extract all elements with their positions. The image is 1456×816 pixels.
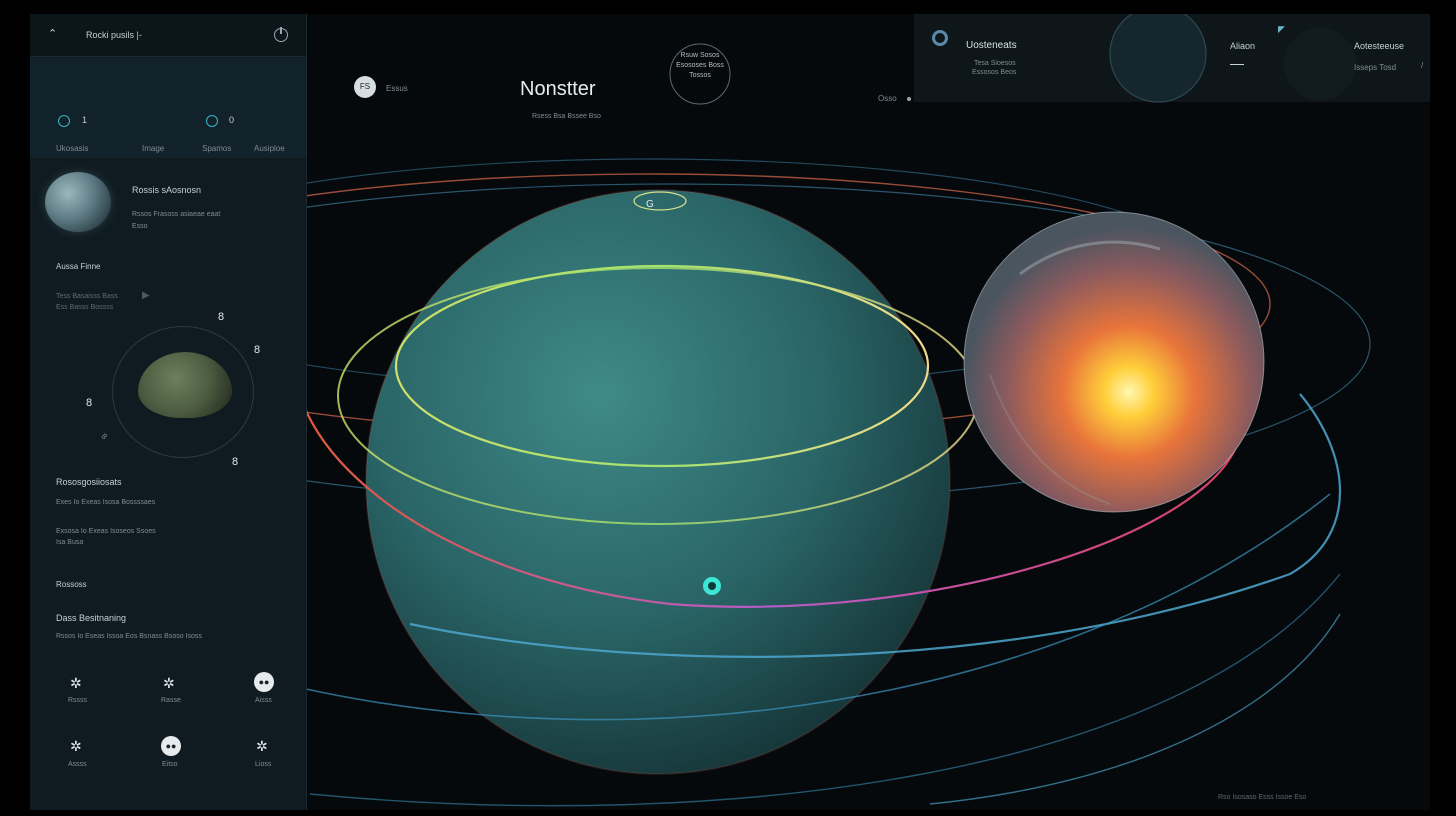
- power-icon[interactable]: [274, 27, 288, 42]
- stat-label: Ausiploe: [254, 144, 285, 153]
- badge-line: Rsuw Sosos: [680, 52, 720, 59]
- cursor-icon: ◤: [1278, 24, 1285, 34]
- stat2-value: 0: [229, 115, 235, 125]
- control-icon[interactable]: ✲: [163, 675, 175, 692]
- footer-text: Rso Isosaso Esss Issoe Eso: [1218, 794, 1307, 801]
- mini-globe: [1109, 14, 1207, 103]
- control-label: Rssss: [68, 697, 88, 704]
- control-icon[interactable]: ✲: [70, 738, 82, 755]
- stat-label: Ukosasis: [56, 144, 89, 153]
- control-label: Lioss: [255, 761, 272, 768]
- planet-card-desc: Rssos Frasoss asiaeae eaat: [132, 211, 221, 218]
- control-label: Aisss: [255, 697, 272, 704]
- badge-line: Esososes Boss: [676, 62, 724, 69]
- stats-panel: 1 0 Ukosasis Image Spamos Ausiploe: [30, 58, 306, 158]
- planet-card-title: Rossis sAosnosn: [132, 185, 202, 195]
- panel-sub2: Essosos Beos: [972, 69, 1017, 76]
- params-title: Rososgosiiosats: [56, 477, 122, 487]
- header-avatar[interactable]: FS: [354, 76, 376, 98]
- main-planet: [366, 190, 950, 774]
- sidebar: ⌃ Rocki pusils |- 1 0 Ukosasis Image Spa…: [30, 14, 307, 810]
- app-window: G FS Essus Nonstter Rsess Bsa Bssee Bso …: [30, 14, 1430, 810]
- mini-globe-shadow: [1284, 28, 1356, 100]
- panel-name: Uosteneats: [966, 40, 1017, 51]
- page-subtitle: Rsess Bsa Bssee Bso: [532, 113, 601, 120]
- play-icon[interactable]: ▶: [142, 290, 150, 301]
- planet-card-desc: Esso: [132, 223, 148, 230]
- sidebar-header: ⌃ Rocki pusils |-: [30, 14, 306, 57]
- params-line: Isa Busa: [56, 539, 84, 546]
- stat-label: Image: [142, 144, 165, 153]
- stat-label: Spamos: [202, 144, 232, 153]
- orbit-point-label[interactable]: 8: [218, 311, 224, 323]
- page-title: Nonstter: [520, 78, 596, 100]
- sidebar-title: Rocki pusils |-: [86, 30, 142, 40]
- caret-up-icon[interactable]: ⌃: [48, 27, 57, 40]
- doc-title: Dass Besitnaning: [56, 613, 127, 623]
- secondary-planet: [964, 212, 1264, 512]
- avatar-label: Essus: [386, 84, 408, 93]
- ring-label: G: [646, 199, 654, 210]
- list-line: Tess Basaisss Bass: [56, 293, 118, 300]
- panel-right-sub: Isseps Tosd: [1354, 63, 1397, 72]
- control-icon[interactable]: ✲: [70, 675, 82, 692]
- orbit-point-label[interactable]: 8: [86, 397, 92, 409]
- status-text: Osso: [878, 94, 897, 103]
- panel-mid-label: Aliaon: [1230, 41, 1256, 51]
- stat1-value: 1: [82, 115, 88, 125]
- control-label: Rasse: [161, 697, 181, 704]
- avatar-text: FS: [359, 82, 371, 91]
- orbit-marker[interactable]: [703, 577, 721, 595]
- panel-sub1: Tesa Sioesos: [974, 60, 1016, 67]
- control-icon[interactable]: ✲: [256, 738, 268, 755]
- control-icon[interactable]: ●●: [254, 672, 274, 692]
- control-icon[interactable]: ●●: [161, 736, 181, 756]
- sub-title: Rossoss: [56, 580, 87, 589]
- control-label: Eitso: [162, 761, 178, 768]
- params-line: Exes Io Exeas Isosa Bossssaes: [56, 499, 156, 506]
- badge-line: Tossos: [689, 72, 711, 79]
- status-dot: [907, 97, 911, 101]
- section-title: Aussa Finne: [56, 262, 101, 271]
- panel-right-title: Aotesteeuse: [1354, 41, 1405, 51]
- planet-thumbnail[interactable]: [45, 172, 111, 232]
- stat-ring-icon: [58, 115, 70, 127]
- user-icon[interactable]: [932, 30, 948, 46]
- stat-ring-icon: [206, 115, 218, 127]
- doc-line: Rssos Io Eseas Issoa Eos Bsnass Bsoso Is…: [56, 633, 202, 640]
- panel-divider: [1230, 64, 1244, 65]
- edit-icon[interactable]: /: [1421, 61, 1423, 70]
- orbit-point-label[interactable]: 8: [232, 456, 238, 468]
- orbit-point-label[interactable]: 8: [254, 344, 260, 356]
- params-line: Exsosa Io Exeas Isoseos Ssoes: [56, 528, 156, 535]
- list-line: Ess Basss Bossss: [56, 304, 114, 311]
- control-label: Assss: [68, 761, 87, 768]
